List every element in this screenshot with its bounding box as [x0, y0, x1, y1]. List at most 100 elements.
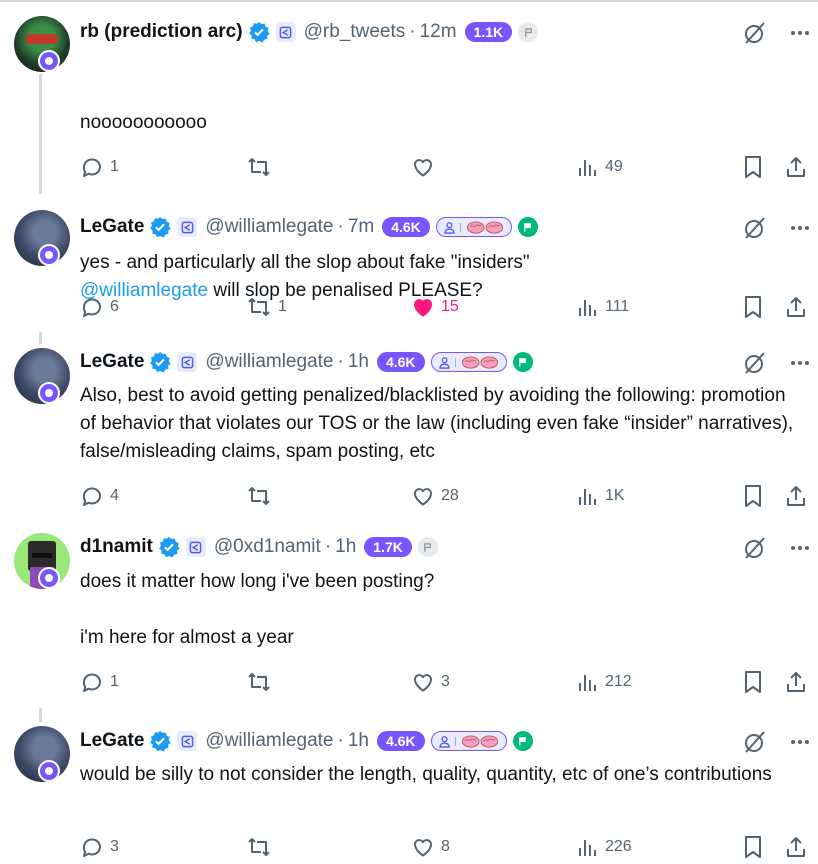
action-bar: 1 3 212 — [80, 667, 810, 697]
score-pill[interactable]: 4.6K — [382, 217, 430, 237]
display-name[interactable]: LeGate — [80, 351, 144, 373]
views-button[interactable]: 111 — [577, 292, 629, 322]
thread-line — [39, 332, 42, 344]
tweet-header: rb (prediction arc) @rb_tweets · 12m 1.1… — [80, 19, 539, 45]
views-icon — [579, 489, 596, 505]
share-icon — [787, 672, 805, 692]
handle[interactable]: @0xd1namit — [214, 536, 321, 558]
brain-icon — [466, 220, 503, 234]
slashed-circle-icon[interactable] — [742, 535, 768, 561]
badge-pill[interactable] — [435, 217, 512, 237]
avatar-badge — [38, 50, 60, 72]
person-icon — [443, 221, 455, 234]
bookmark-button[interactable] — [742, 292, 764, 322]
bookmark-icon — [745, 485, 761, 507]
like-button[interactable]: 8 — [411, 832, 450, 862]
reply-button[interactable]: 1 — [80, 667, 119, 697]
grey-flag-icon[interactable] — [417, 537, 438, 557]
retweet-icon — [248, 838, 270, 856]
more-icon[interactable] — [790, 545, 810, 551]
views-icon — [579, 300, 596, 316]
bookmark-button[interactable] — [742, 667, 764, 697]
retweet-button[interactable] — [246, 481, 278, 511]
retweet-button[interactable] — [246, 667, 278, 697]
like-count: 8 — [441, 838, 450, 855]
slashed-circle-icon[interactable] — [742, 729, 768, 755]
views-button[interactable]: 226 — [577, 832, 632, 862]
like-icon — [414, 674, 432, 692]
more-icon[interactable] — [790, 360, 810, 366]
score-pill[interactable]: 1.1K — [464, 22, 513, 42]
score-pill[interactable]: 4.6K — [376, 352, 425, 372]
share-button[interactable] — [784, 832, 808, 862]
share-button[interactable] — [784, 667, 808, 697]
like-button[interactable]: 15 — [411, 292, 459, 322]
affiliate-icon — [177, 731, 198, 751]
timestamp[interactable]: 1h — [348, 730, 369, 752]
tweet-top-actions — [742, 215, 810, 241]
bookmark-button[interactable] — [742, 481, 764, 511]
views-button[interactable]: 49 — [577, 152, 623, 182]
like-count: 15 — [441, 298, 459, 315]
green-flag-icon[interactable] — [512, 352, 533, 372]
like-count: 28 — [441, 487, 459, 504]
tweet-text: Also, best to avoid getting penalized/bl… — [80, 385, 799, 462]
tweet-header: LeGate @williamlegate · 1h 4.6K — [80, 349, 533, 375]
avatar-badge — [38, 760, 60, 782]
display-name[interactable]: LeGate — [80, 730, 144, 752]
more-icon[interactable] — [790, 739, 810, 745]
green-flag-icon[interactable] — [517, 217, 538, 237]
retweet-button[interactable]: 1 — [246, 292, 287, 322]
display-name[interactable]: rb (prediction arc) — [80, 21, 243, 43]
score-pill[interactable]: 1.7K — [364, 537, 412, 557]
score-pill[interactable]: 4.6K — [376, 731, 425, 751]
affiliate-icon — [177, 352, 198, 372]
more-icon[interactable] — [790, 30, 810, 36]
avatar-badge — [38, 382, 60, 404]
like-button[interactable]: 28 — [411, 481, 459, 511]
like-button[interactable] — [411, 152, 441, 182]
reply-button[interactable]: 6 — [80, 292, 119, 322]
views-icon — [579, 840, 596, 856]
handle[interactable]: @williamlegate — [205, 216, 333, 238]
retweet-button[interactable] — [246, 832, 278, 862]
slashed-circle-icon[interactable] — [742, 215, 768, 241]
reply-button[interactable]: 1 — [80, 152, 119, 182]
reply-button[interactable]: 3 — [80, 832, 119, 862]
display-name[interactable]: LeGate — [80, 216, 144, 238]
views-button[interactable]: 212 — [577, 667, 632, 697]
separator: · — [337, 216, 344, 237]
handle[interactable]: @rb_tweets — [304, 21, 406, 43]
reply-icon — [82, 158, 101, 177]
retweet-button[interactable] — [246, 152, 278, 182]
like-button[interactable]: 3 — [411, 667, 450, 697]
separator: · — [409, 21, 416, 42]
reply-count: 3 — [110, 838, 119, 855]
bookmark-button[interactable] — [742, 832, 764, 862]
views-button[interactable]: 1K — [577, 481, 625, 511]
badge-pill[interactable] — [430, 731, 507, 751]
slashed-circle-icon[interactable] — [742, 20, 768, 46]
reply-button[interactable]: 4 — [80, 481, 119, 511]
display-name[interactable]: d1namit — [80, 536, 153, 558]
bookmark-button[interactable] — [742, 152, 764, 182]
timestamp[interactable]: 1h — [348, 351, 369, 373]
handle[interactable]: @williamlegate — [205, 351, 333, 373]
tweet-top-actions — [742, 535, 810, 561]
more-icon[interactable] — [790, 225, 810, 231]
reply-icon — [82, 838, 101, 857]
handle[interactable]: @williamlegate — [205, 730, 333, 752]
reply-count: 6 — [110, 298, 119, 315]
verified-badge-icon — [149, 351, 172, 373]
share-button[interactable] — [784, 152, 808, 182]
badge-pill[interactable] — [430, 352, 507, 372]
timestamp[interactable]: 7m — [348, 216, 374, 238]
share-button[interactable] — [784, 292, 808, 322]
grey-flag-icon[interactable] — [518, 22, 539, 42]
slashed-circle-icon[interactable] — [742, 350, 768, 376]
reply-count: 1 — [110, 158, 119, 175]
timestamp[interactable]: 1h — [335, 536, 356, 558]
green-flag-icon[interactable] — [512, 731, 533, 751]
timestamp[interactable]: 12m — [420, 21, 457, 43]
share-button[interactable] — [784, 481, 808, 511]
